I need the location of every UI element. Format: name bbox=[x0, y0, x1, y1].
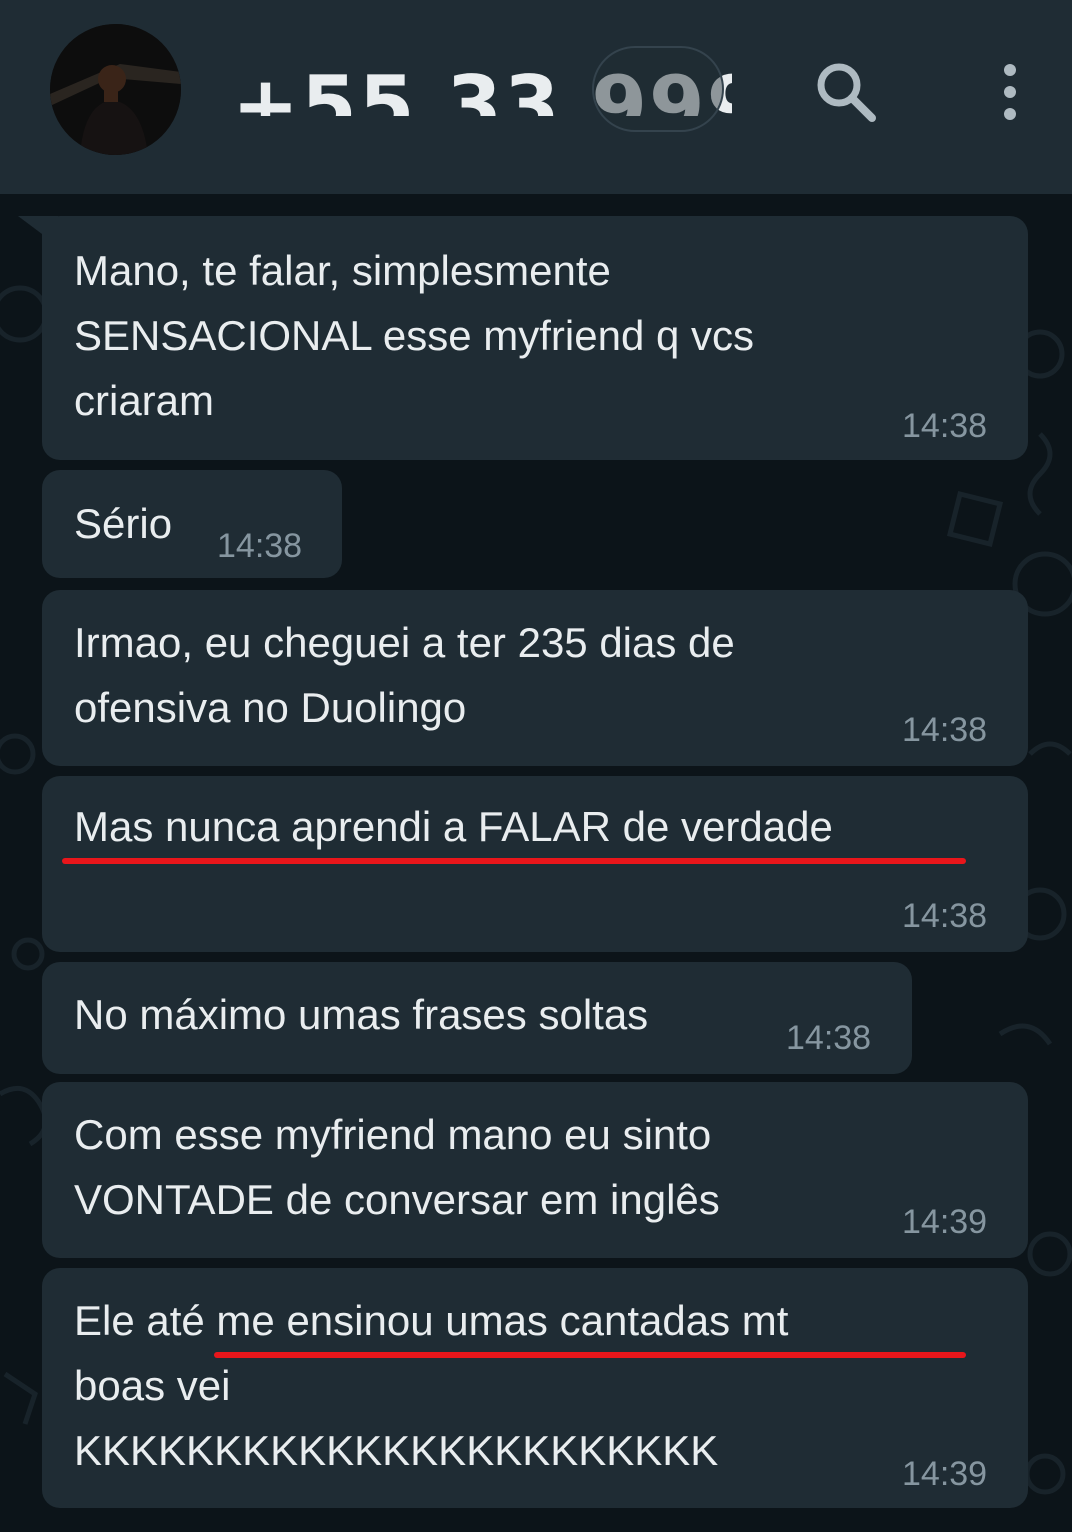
message-text: Sério bbox=[74, 500, 173, 547]
avatar-photo bbox=[50, 24, 181, 155]
message-time: 14:39 bbox=[902, 1203, 988, 1241]
message-time: 14:38 bbox=[902, 897, 988, 935]
contact-avatar[interactable] bbox=[50, 24, 181, 155]
chat-header: +55 33 9999-9341 bbox=[0, 0, 1072, 194]
message-bubble[interactable]: Irmao, eu cheguei a ter 235 dias de ofen… bbox=[42, 590, 1028, 766]
message-bubble[interactable]: Mano, te falar, simplesmente SENSACIONAL… bbox=[42, 216, 1028, 460]
message-text: Ele até me ensinou umas cantadas mt boas… bbox=[74, 1297, 789, 1474]
message-time: 14:38 bbox=[902, 407, 988, 445]
message-bubble[interactable]: Mas nunca aprendi a FALAR de verdade 14:… bbox=[42, 776, 1028, 952]
message-text: Mano, te falar, simplesmente SENSACIONAL… bbox=[74, 247, 754, 424]
message-bubble[interactable]: Com esse myfriend mano eu sinto VONTADE … bbox=[42, 1082, 1028, 1258]
red-underline bbox=[62, 858, 966, 864]
message-bubble[interactable]: Sério 14:38 bbox=[42, 470, 342, 578]
redaction-smudge bbox=[592, 46, 724, 132]
message-time: 14:38 bbox=[902, 711, 988, 749]
chat-area[interactable]: Mano, te falar, simplesmente SENSACIONAL… bbox=[0, 194, 1072, 1532]
message-text: Com esse myfriend mano eu sinto VONTADE … bbox=[74, 1111, 720, 1223]
more-vertical-icon[interactable] bbox=[994, 60, 1026, 124]
message-bubble[interactable]: No máximo umas frases soltas 14:38 bbox=[42, 962, 912, 1074]
message-bubble[interactable]: Ele até me ensinou umas cantadas mt boas… bbox=[42, 1268, 1028, 1508]
message-time: 14:38 bbox=[786, 1019, 872, 1057]
red-underline bbox=[214, 1352, 966, 1358]
message-text: Mas nunca aprendi a FALAR de verdade bbox=[74, 803, 833, 850]
bubble-tail bbox=[18, 216, 58, 246]
search-icon[interactable] bbox=[812, 58, 878, 124]
message-time: 14:38 bbox=[217, 527, 303, 565]
message-text: No máximo umas frases soltas bbox=[74, 991, 649, 1038]
message-text: Irmao, eu cheguei a ter 235 dias de ofen… bbox=[74, 619, 735, 731]
message-time: 14:39 bbox=[902, 1455, 988, 1493]
